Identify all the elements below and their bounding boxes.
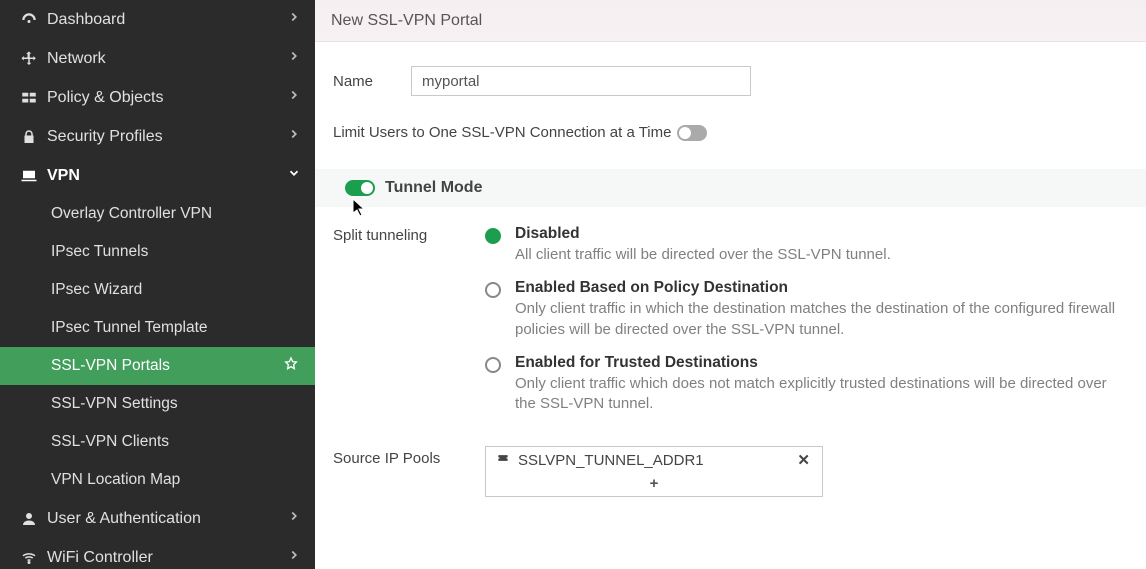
split-tunneling-label: Split tunneling (333, 225, 485, 428)
split-option-enabled-based-on-policy-destination[interactable]: Enabled Based on Policy Destination Only … (485, 279, 1128, 340)
sidebar-item-label: VPN (47, 167, 287, 185)
dashboard-icon (17, 11, 41, 29)
user-icon (17, 510, 41, 528)
limit-users-label: Limit Users to One SSL-VPN Connection at… (333, 124, 671, 141)
sidebar-subitem-ssl-vpn-portals[interactable]: SSL-VPN Portals (0, 347, 315, 385)
chevron-right-icon (287, 509, 301, 528)
chevron-right-icon (287, 127, 301, 146)
sidebar-subitem-label: IPsec Wizard (51, 281, 303, 299)
radio-button[interactable] (485, 357, 501, 373)
option-title: Enabled Based on Policy Destination (515, 279, 1128, 297)
tunnel-mode-toggle[interactable] (345, 180, 375, 196)
sidebar-item-policy-objects[interactable]: Policy & Objects (0, 78, 315, 117)
sidebar-subitem-label: IPsec Tunnel Template (51, 319, 303, 337)
sidebar-subitem-label: SSL-VPN Clients (51, 433, 303, 451)
sidebar-item-security-profiles[interactable]: Security Profiles (0, 117, 315, 156)
sidebar-subitem-overlay-controller-vpn[interactable]: Overlay Controller VPN (0, 195, 315, 233)
address-object-icon (494, 451, 512, 469)
split-tunneling-block: Split tunneling Disabled All client traff… (333, 225, 1128, 428)
sidebar-item-vpn[interactable]: VPN (0, 156, 315, 195)
sidebar-subitem-ssl-vpn-clients[interactable]: SSL-VPN Clients (0, 423, 315, 461)
chevron-right-icon (287, 49, 301, 68)
name-label: Name (333, 73, 411, 90)
split-tunneling-options: Disabled All client traffic will be direc… (485, 225, 1128, 428)
page-title: New SSL-VPN Portal (331, 12, 482, 30)
source-ip-pools-row: Source IP Pools SSLVPN_TUNNEL_ADDR1✕ + (333, 446, 1128, 497)
source-ip-pools-label: Source IP Pools (333, 446, 485, 497)
sidebar-subitem-label: SSL-VPN Portals (51, 357, 283, 375)
form-content: Name Limit Users to One SSL-VPN Connecti… (315, 42, 1146, 569)
tunnel-mode-label: Tunnel Mode (385, 179, 482, 197)
source-ip-pools-box[interactable]: SSLVPN_TUNNEL_ADDR1✕ + (485, 446, 823, 497)
sidebar: Dashboard Network Policy & Objects Security… (0, 0, 315, 569)
option-description: Only client traffic in which the destina… (515, 299, 1128, 340)
sidebar-item-dashboard[interactable]: Dashboard (0, 0, 315, 39)
split-option-enabled-for-trusted-destinations[interactable]: Enabled for Trusted Destinations Only cli… (485, 354, 1128, 415)
sidebar-subitem-label: IPsec Tunnels (51, 243, 303, 261)
laptop-icon (17, 167, 41, 185)
chevron-down-icon (287, 166, 301, 185)
sidebar-item-label: Network (47, 50, 287, 68)
option-title: Enabled for Trusted Destinations (515, 354, 1128, 372)
lock-icon (17, 128, 41, 146)
limit-users-row: Limit Users to One SSL-VPN Connection at… (333, 124, 1128, 141)
pool-entry-name: SSLVPN_TUNNEL_ADDR1 (518, 452, 793, 469)
sidebar-item-wifi-controller[interactable]: WiFi Controller (0, 538, 315, 569)
sidebar-subitem-label: Overlay Controller VPN (51, 205, 303, 223)
main-panel: New SSL-VPN Portal Name Limit Users to O… (315, 0, 1146, 569)
chevron-right-icon (287, 10, 301, 29)
sidebar-item-label: Security Profiles (47, 128, 287, 146)
option-description: Only client traffic which does not match… (515, 374, 1128, 415)
chevron-right-icon (287, 88, 301, 107)
remove-pool-entry-button[interactable]: ✕ (793, 451, 814, 469)
sidebar-item-network[interactable]: Network (0, 39, 315, 78)
sidebar-item-user-authentication[interactable]: User & Authentication (0, 499, 315, 538)
move-icon (17, 50, 41, 68)
add-pool-button[interactable]: + (486, 473, 822, 496)
star-icon[interactable] (283, 356, 299, 377)
radio-button[interactable] (485, 228, 501, 244)
wifi-icon (17, 549, 41, 567)
page-title-bar: New SSL-VPN Portal (315, 0, 1146, 42)
limit-users-toggle[interactable] (677, 125, 707, 141)
sidebar-subitem-ipsec-tunnels[interactable]: IPsec Tunnels (0, 233, 315, 271)
sidebar-subitem-ssl-vpn-settings[interactable]: SSL-VPN Settings (0, 385, 315, 423)
option-description: All client traffic will be directed over… (515, 245, 891, 265)
sidebar-subitem-label: SSL-VPN Settings (51, 395, 303, 413)
sidebar-item-label: Dashboard (47, 11, 287, 29)
sidebar-subitem-ipsec-wizard[interactable]: IPsec Wizard (0, 271, 315, 309)
name-input[interactable] (411, 66, 751, 96)
sidebar-subitem-vpn-location-map[interactable]: VPN Location Map (0, 461, 315, 499)
grid-icon (17, 89, 41, 107)
pool-entry[interactable]: SSLVPN_TUNNEL_ADDR1✕ (486, 447, 822, 473)
name-row: Name (333, 66, 1128, 96)
sidebar-subitem-ipsec-tunnel-template[interactable]: IPsec Tunnel Template (0, 309, 315, 347)
sidebar-subitem-label: VPN Location Map (51, 471, 303, 489)
option-title: Disabled (515, 225, 891, 243)
split-option-disabled[interactable]: Disabled All client traffic will be direc… (485, 225, 1128, 265)
sidebar-item-label: WiFi Controller (47, 549, 287, 567)
sidebar-item-label: Policy & Objects (47, 89, 287, 107)
radio-button[interactable] (485, 282, 501, 298)
sidebar-item-label: User & Authentication (47, 510, 287, 528)
chevron-right-icon (287, 548, 301, 567)
tunnel-mode-section: Tunnel Mode (315, 169, 1146, 207)
